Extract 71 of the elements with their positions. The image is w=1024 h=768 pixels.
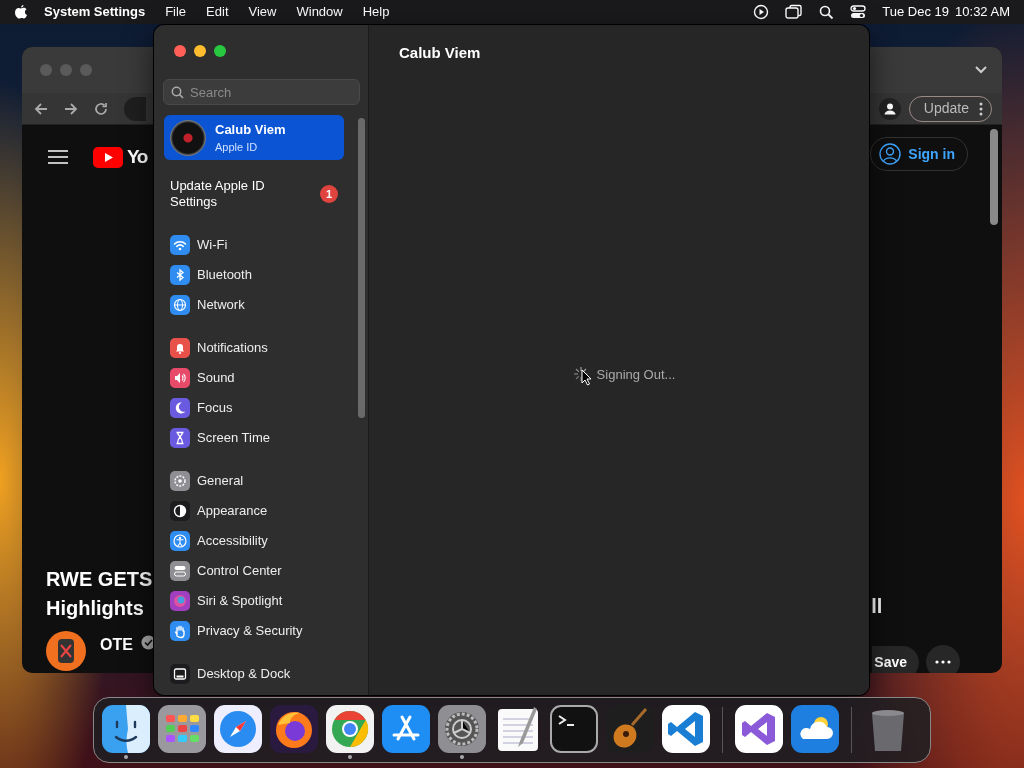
sidebar-item[interactable]: General bbox=[154, 466, 368, 496]
save-button[interactable]: Save bbox=[872, 645, 919, 673]
cloud-icon[interactable] bbox=[791, 705, 839, 753]
sidebar-item[interactable]: Accessibility bbox=[154, 526, 368, 556]
more-button[interactable] bbox=[926, 645, 960, 673]
sidebar-item[interactable]: Desktop & Dock bbox=[154, 659, 368, 689]
account-row[interactable]: Calub Viem Apple ID bbox=[164, 115, 344, 160]
globe-icon[interactable] bbox=[270, 705, 318, 753]
infinity-icon[interactable] bbox=[735, 705, 783, 753]
sidebar-item[interactable]: Wi-Fi bbox=[154, 230, 368, 260]
search-icon bbox=[171, 86, 184, 99]
menu-item[interactable]: View bbox=[248, 2, 277, 22]
menu-item[interactable]: Window bbox=[296, 2, 343, 22]
page-title: Calub Viem bbox=[398, 43, 482, 63]
app-name-menu[interactable]: System Settings bbox=[44, 2, 146, 22]
menu-date[interactable]: Tue Dec 19 bbox=[882, 2, 950, 22]
forward-arrow-icon[interactable] bbox=[64, 101, 78, 116]
play-logo-icon[interactable] bbox=[93, 146, 123, 168]
play-circle-icon[interactable] bbox=[753, 4, 770, 20]
code-icon[interactable] bbox=[662, 705, 710, 753]
ring-icon[interactable] bbox=[326, 705, 374, 753]
windows-icon[interactable] bbox=[785, 4, 804, 20]
sidebar-item[interactable]: Appearance bbox=[154, 496, 368, 526]
menu-icon[interactable] bbox=[47, 149, 69, 166]
terminal-icon[interactable] bbox=[550, 705, 598, 753]
face-icon[interactable] bbox=[102, 705, 150, 753]
compass-icon[interactable] bbox=[214, 705, 262, 753]
video-title-line: Highlights bbox=[46, 596, 145, 621]
sidebar-item[interactable]: Network bbox=[154, 290, 368, 320]
scrollbar[interactable] bbox=[990, 129, 998, 225]
sidebar-item[interactable]: Screen Time bbox=[154, 423, 368, 453]
video-title-line: RWE GETS bbox=[46, 567, 154, 592]
avatar bbox=[170, 119, 206, 156]
search-field[interactable]: Search bbox=[163, 79, 360, 105]
reload-icon[interactable] bbox=[94, 101, 108, 116]
address-field[interactable] bbox=[124, 96, 146, 121]
channel-avatar[interactable] bbox=[46, 631, 86, 671]
profile-icon[interactable] bbox=[878, 97, 901, 120]
sidebar-item[interactable]: Control Center bbox=[154, 556, 368, 586]
person-icon bbox=[879, 143, 902, 165]
minimize-button[interactable] bbox=[194, 45, 206, 57]
sidebar-item[interactable]: Focus bbox=[154, 393, 368, 423]
menu-item[interactable]: File bbox=[165, 2, 187, 22]
cursor-icon bbox=[580, 368, 592, 386]
gear-icon[interactable] bbox=[438, 705, 486, 753]
channel-name[interactable]: OTE bbox=[100, 633, 133, 657]
letter-a-icon[interactable] bbox=[382, 705, 430, 753]
logo-text[interactable]: Yo bbox=[127, 143, 147, 172]
sidebar-item[interactable]: Bluetooth bbox=[154, 260, 368, 290]
kebab-icon bbox=[979, 101, 983, 116]
control-center-icon[interactable] bbox=[850, 4, 867, 20]
notification-badge: 1 bbox=[320, 185, 338, 203]
sidebar-item[interactable]: Siri & Spotlight bbox=[154, 586, 368, 616]
close-button[interactable] bbox=[174, 45, 186, 57]
menu-time[interactable]: 10:32 AM bbox=[955, 2, 1010, 22]
menu-item[interactable]: Help bbox=[362, 2, 390, 22]
back-arrow-icon[interactable] bbox=[34, 101, 48, 116]
update-settings-link[interactable]: Update Apple ID Settings bbox=[170, 178, 290, 210]
status-text: Signing Out... bbox=[596, 365, 676, 384]
zoom-button[interactable] bbox=[214, 45, 226, 57]
menu-item[interactable]: Edit bbox=[206, 2, 229, 22]
more-icon bbox=[935, 660, 951, 664]
sidebar-item[interactable]: Notifications bbox=[154, 333, 368, 363]
app-grid-icon[interactable] bbox=[158, 705, 206, 753]
scrollbar[interactable] bbox=[358, 118, 365, 418]
video-title-line: ll bbox=[871, 594, 883, 619]
search-icon[interactable] bbox=[819, 4, 835, 20]
chevron-down-icon[interactable] bbox=[974, 65, 988, 75]
apple-logo-icon[interactable] bbox=[14, 4, 28, 20]
sidebar-item[interactable]: Sound bbox=[154, 363, 368, 393]
sidebar-item[interactable]: Privacy & Security bbox=[154, 616, 368, 646]
